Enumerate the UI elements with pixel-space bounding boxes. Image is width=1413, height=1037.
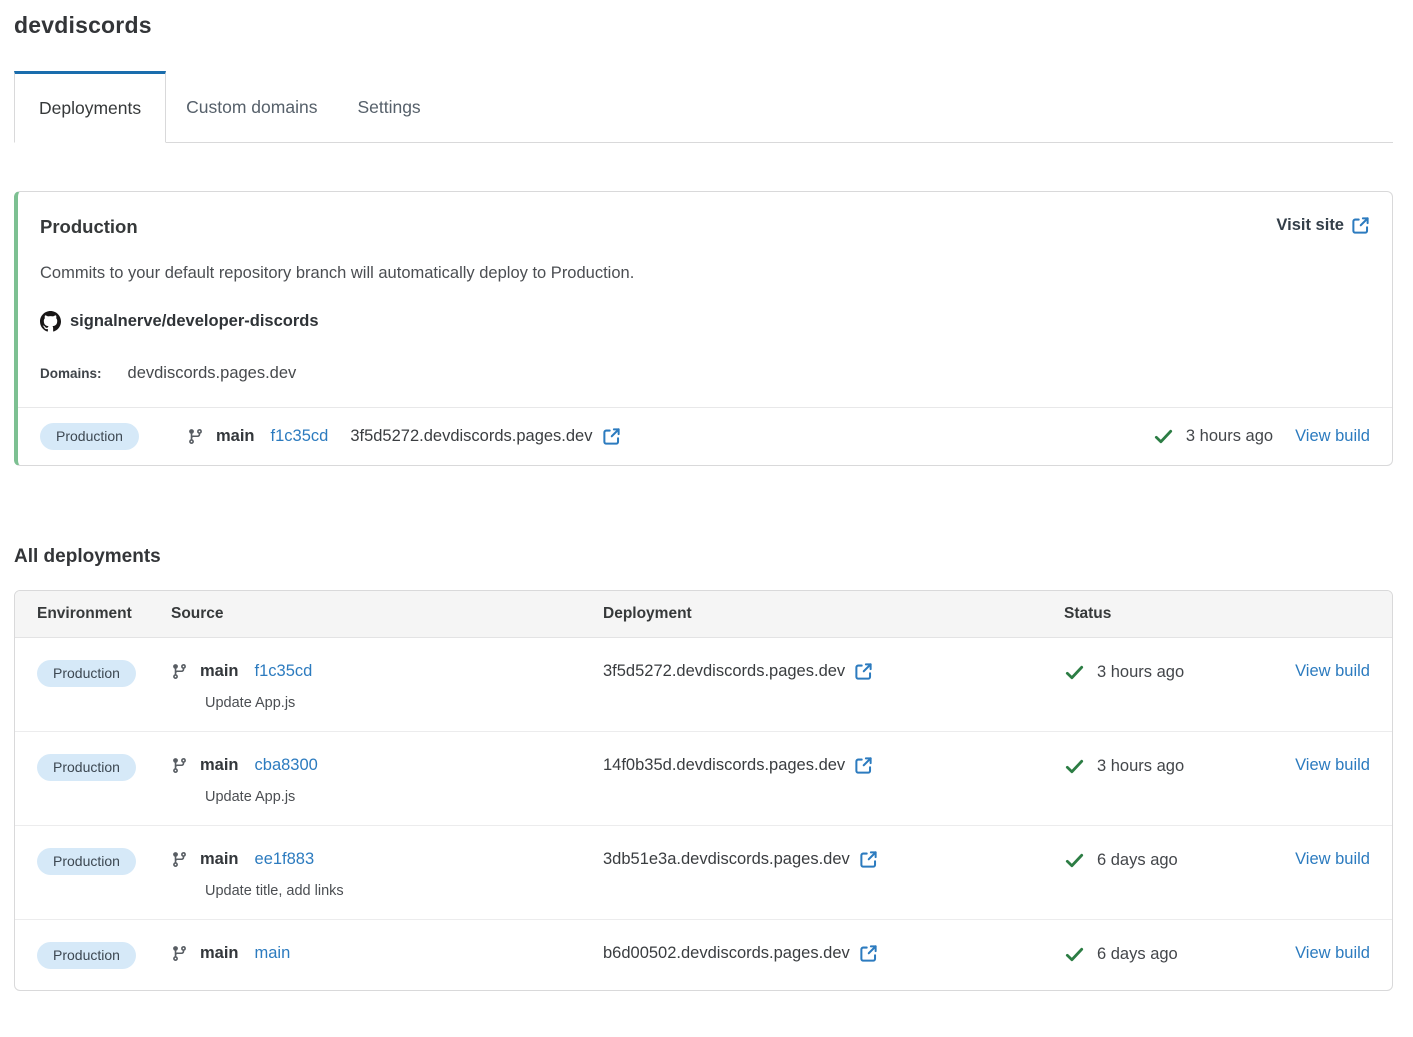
deployment-status: 6 days ago bbox=[1064, 944, 1178, 965]
environment-badge: Production bbox=[37, 848, 136, 875]
git-branch-icon bbox=[171, 757, 188, 774]
deployment-url: 3f5d5272.devdiscords.pages.dev bbox=[603, 662, 845, 681]
tab-custom-domains[interactable]: Custom domains bbox=[166, 71, 337, 143]
status-time: 3 hours ago bbox=[1186, 427, 1273, 446]
production-deployment-row: Production main f1c35cd 3f5d5272.devdisc… bbox=[18, 407, 1392, 465]
visit-site-label: Visit site bbox=[1276, 216, 1344, 235]
commit-message: Update title, add links bbox=[205, 883, 603, 899]
commit-link[interactable]: cba8300 bbox=[255, 756, 318, 775]
status-time: 6 days ago bbox=[1097, 851, 1178, 870]
external-link-icon bbox=[602, 427, 621, 446]
git-branch-icon bbox=[171, 851, 188, 868]
external-link-icon bbox=[859, 850, 878, 869]
view-build-link[interactable]: View build bbox=[1295, 944, 1370, 962]
status-time: 6 days ago bbox=[1097, 945, 1178, 964]
commit-message: Update App.js bbox=[205, 789, 603, 805]
environment-badge: Production bbox=[37, 660, 136, 687]
page-title: devdiscords bbox=[14, 12, 1393, 39]
deployment-url: 14f0b35d.devdiscords.pages.dev bbox=[603, 756, 845, 775]
environment-badge: Production bbox=[40, 423, 139, 450]
table-row: Production main f1c35cd Update App.js 3f… bbox=[15, 638, 1392, 732]
tab-bar: Deployments Custom domains Settings bbox=[14, 71, 1393, 143]
table-body: Production main f1c35cd Update App.js 3f… bbox=[15, 638, 1392, 990]
column-header-source: Source bbox=[171, 605, 603, 623]
table-header-row: Environment Source Deployment Status bbox=[15, 591, 1392, 638]
column-header-deployment: Deployment bbox=[603, 605, 1064, 623]
deployment-url-link[interactable]: b6d00502.devdiscords.pages.dev bbox=[603, 944, 878, 963]
external-link-icon bbox=[859, 944, 878, 963]
table-row: Production main ee1f883 Update title, ad… bbox=[15, 826, 1392, 920]
commit-message: Update App.js bbox=[205, 695, 603, 711]
commit-link[interactable]: f1c35cd bbox=[271, 427, 329, 446]
column-header-status: Status bbox=[1064, 605, 1284, 623]
deployment-status: 3 hours ago bbox=[1064, 662, 1184, 683]
domains-row: Domains: devdiscords.pages.dev bbox=[40, 364, 1370, 383]
deployment-url-link[interactable]: 3f5d5272.devdiscords.pages.dev bbox=[603, 662, 873, 681]
success-check-icon bbox=[1064, 850, 1085, 871]
branch-name: main bbox=[200, 944, 239, 963]
column-header-environment: Environment bbox=[37, 605, 171, 623]
deployment-url-link[interactable]: 3db51e3a.devdiscords.pages.dev bbox=[603, 850, 878, 869]
git-branch-icon bbox=[187, 428, 204, 445]
external-link-icon bbox=[854, 662, 873, 681]
commit-link[interactable]: main bbox=[255, 944, 291, 963]
production-card-title: Production bbox=[40, 216, 138, 238]
production-description: Commits to your default repository branc… bbox=[40, 264, 1370, 283]
repository-name: signalnerve/developer-discords bbox=[70, 312, 319, 331]
git-branch-icon bbox=[171, 663, 188, 680]
status-time: 3 hours ago bbox=[1097, 663, 1184, 682]
status-time: 3 hours ago bbox=[1097, 757, 1184, 776]
commit-link[interactable]: f1c35cd bbox=[255, 662, 313, 681]
view-build-link[interactable]: View build bbox=[1295, 662, 1370, 680]
environment-badge: Production bbox=[37, 754, 136, 781]
table-row: Production main main b6d00502.devdiscord… bbox=[15, 920, 1392, 990]
table-row: Production main cba8300 Update App.js 14… bbox=[15, 732, 1392, 826]
external-link-icon bbox=[854, 756, 873, 775]
repository-link[interactable]: signalnerve/developer-discords bbox=[40, 311, 319, 332]
deployment-status: 3 hours ago bbox=[1064, 756, 1184, 777]
deployment-status: 3 hours ago bbox=[1153, 426, 1273, 447]
external-link-icon bbox=[1351, 216, 1370, 235]
deployment-url: b6d00502.devdiscords.pages.dev bbox=[603, 944, 850, 963]
production-card: Production Visit site Commits to your de… bbox=[14, 191, 1393, 466]
domains-label: Domains: bbox=[40, 366, 102, 381]
pages-project-page: devdiscords Deployments Custom domains S… bbox=[0, 0, 1413, 1037]
deployment-url: 3db51e3a.devdiscords.pages.dev bbox=[603, 850, 850, 869]
success-check-icon bbox=[1064, 662, 1085, 683]
deployment-status: 6 days ago bbox=[1064, 850, 1178, 871]
all-deployments-heading: All deployments bbox=[14, 546, 1393, 568]
git-branch-icon bbox=[171, 945, 188, 962]
view-build-link[interactable]: View build bbox=[1295, 756, 1370, 774]
success-check-icon bbox=[1064, 944, 1085, 965]
branch-name: main bbox=[200, 850, 239, 869]
branch-name: main bbox=[200, 662, 239, 681]
github-icon bbox=[40, 311, 61, 332]
deployment-url-link[interactable]: 3f5d5272.devdiscords.pages.dev bbox=[350, 427, 620, 446]
deployment-url: 3f5d5272.devdiscords.pages.dev bbox=[350, 427, 592, 446]
commit-link[interactable]: ee1f883 bbox=[255, 850, 315, 869]
tab-deployments[interactable]: Deployments bbox=[14, 71, 166, 143]
deployments-table: Environment Source Deployment Status Pro… bbox=[14, 590, 1393, 991]
visit-site-link[interactable]: Visit site bbox=[1276, 216, 1370, 235]
view-build-link[interactable]: View build bbox=[1295, 427, 1370, 446]
success-check-icon bbox=[1153, 426, 1174, 447]
deployment-url-link[interactable]: 14f0b35d.devdiscords.pages.dev bbox=[603, 756, 873, 775]
branch-name: main bbox=[216, 427, 255, 446]
environment-badge: Production bbox=[37, 942, 136, 969]
view-build-link[interactable]: View build bbox=[1295, 850, 1370, 868]
domains-value: devdiscords.pages.dev bbox=[128, 364, 297, 383]
tab-settings[interactable]: Settings bbox=[337, 71, 440, 143]
branch-name: main bbox=[200, 756, 239, 775]
success-check-icon bbox=[1064, 756, 1085, 777]
